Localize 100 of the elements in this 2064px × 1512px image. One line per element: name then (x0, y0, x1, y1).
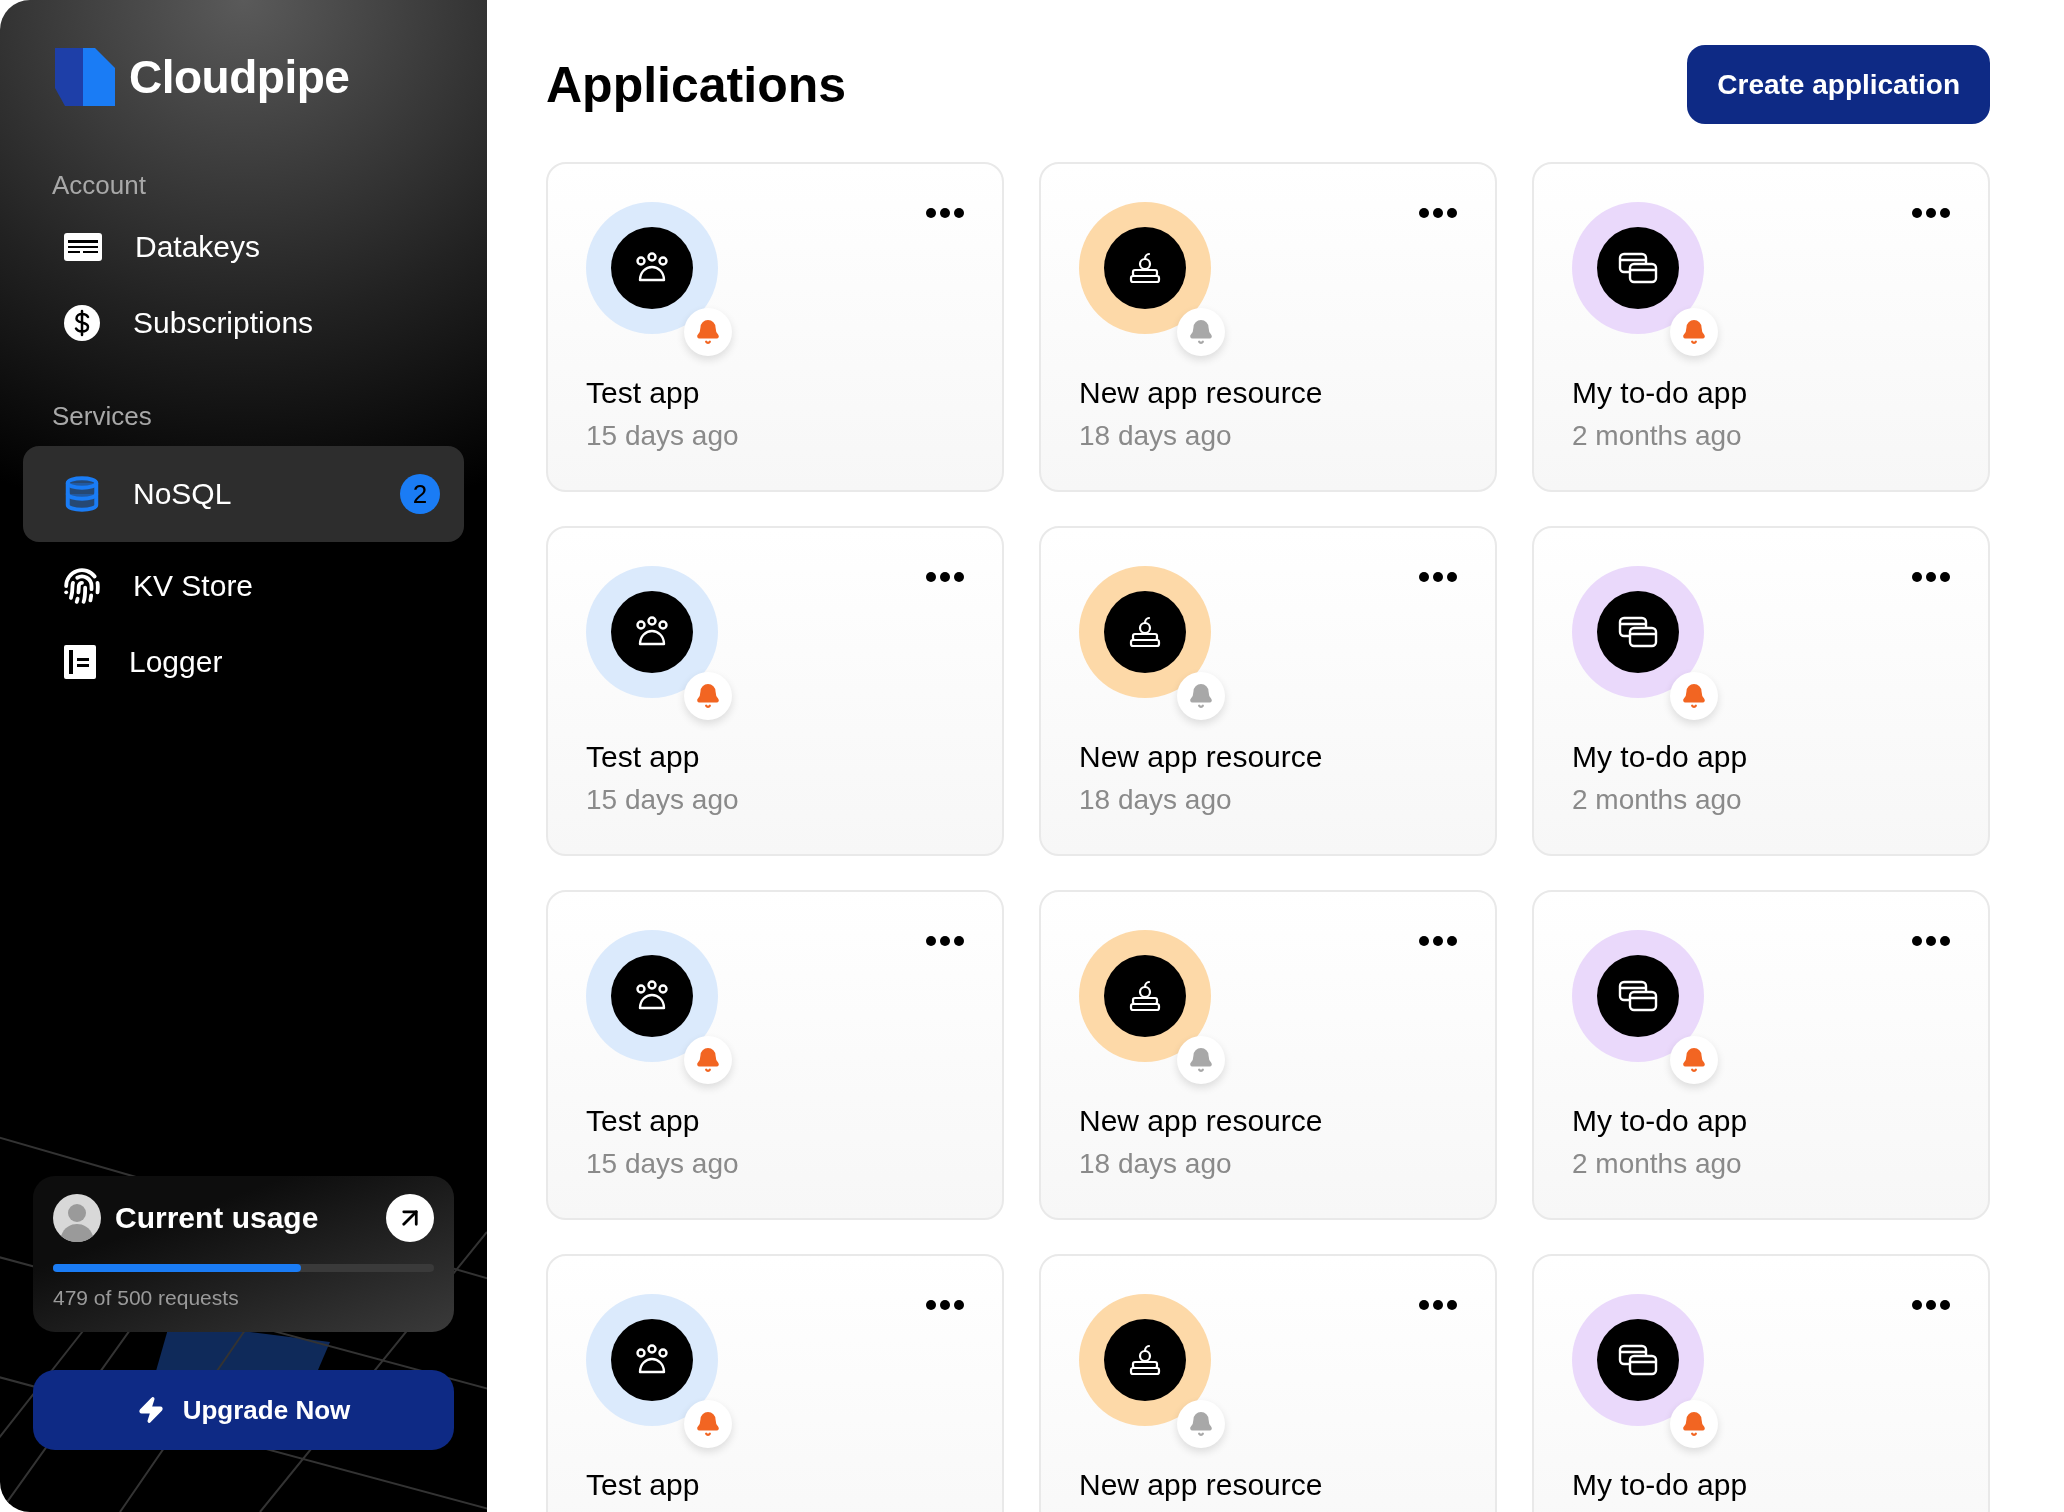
database-icon (63, 475, 101, 513)
more-icon (926, 572, 964, 582)
app-name: My to-do app (1572, 376, 1749, 410)
more-button[interactable] (1419, 208, 1457, 218)
upgrade-button[interactable]: Upgrade Now (33, 1370, 454, 1450)
bell-icon (1681, 683, 1707, 709)
page-title: Applications (546, 55, 847, 114)
app-card[interactable]: New app resource 18 days ago (1039, 890, 1497, 1220)
more-button[interactable] (1912, 208, 1950, 218)
app-card[interactable]: New app resource (1039, 1254, 1497, 1512)
nav-label: NoSQL (133, 477, 233, 511)
nav-item[interactable]: KV Store (23, 548, 464, 624)
app-name: Test app (586, 1468, 701, 1502)
create-button[interactable]: Create application (1687, 45, 1990, 124)
paw-icon (634, 616, 670, 648)
logo-icon (55, 48, 115, 106)
more-icon (1912, 936, 1950, 946)
section-heading: Account (51, 170, 147, 201)
more-button[interactable] (1912, 936, 1950, 946)
lightning-icon (136, 1396, 165, 1424)
app-age: 2 months ago (1572, 1148, 1743, 1180)
bell-icon (695, 1047, 721, 1073)
nav-item[interactable]: Datakeys (23, 209, 464, 285)
app-name: New app resource (1079, 740, 1324, 774)
more-icon (1912, 1300, 1950, 1310)
nav-item[interactable]: Logger (23, 624, 464, 700)
more-icon (1912, 208, 1950, 218)
notification-badge[interactable] (684, 308, 732, 356)
more-button[interactable] (1419, 936, 1457, 946)
notification-badge[interactable] (1670, 1036, 1718, 1084)
app-card[interactable]: Test app 15 days ago (546, 526, 1004, 856)
avatar-icon (53, 1194, 101, 1242)
more-icon (1419, 936, 1457, 946)
more-icon (1912, 572, 1950, 582)
bell-icon (1188, 319, 1214, 345)
open-usage-button[interactable] (386, 1194, 434, 1242)
bell-icon (1681, 319, 1707, 345)
app-age: 2 months ago (1572, 420, 1743, 452)
app-name: Test app (586, 1104, 701, 1138)
more-button[interactable] (926, 936, 964, 946)
more-button[interactable] (1912, 1300, 1950, 1310)
nav-label: KV Store (133, 569, 255, 603)
app-card[interactable]: Test app 15 days ago (546, 890, 1004, 1220)
notification-badge[interactable] (684, 1036, 732, 1084)
bell-icon (1681, 1047, 1707, 1073)
nav-item[interactable]: Subscriptions (23, 285, 464, 361)
app-name: New app resource (1079, 1104, 1324, 1138)
bell-icon (695, 1411, 721, 1437)
fingerprint-icon (63, 567, 101, 605)
card-icon (63, 232, 103, 262)
app-name: New app resource (1079, 376, 1324, 410)
more-icon (926, 208, 964, 218)
app-age: 2 months ago (1572, 784, 1743, 816)
app-age: 18 days ago (1079, 420, 1233, 452)
usage-title: Current usage (115, 1201, 320, 1235)
app-card[interactable]: My to-do app 2 months ago (1532, 162, 1990, 492)
more-button[interactable] (926, 1300, 964, 1310)
app-age: 15 days ago (586, 420, 740, 452)
notification-badge[interactable] (1670, 1400, 1718, 1448)
notification-badge[interactable] (1670, 672, 1718, 720)
more-icon (1419, 572, 1457, 582)
app-card[interactable]: Test app 15 days ago (546, 162, 1004, 492)
app-age: 15 days ago (586, 784, 740, 816)
nav-label: Logger (129, 645, 224, 679)
more-icon (926, 936, 964, 946)
app-name: My to-do app (1572, 740, 1749, 774)
bell-icon (695, 319, 721, 345)
nav-item[interactable]: NoSQL 2 (23, 446, 464, 542)
nav-label: Subscriptions (133, 306, 315, 340)
app-age: 18 days ago (1079, 784, 1233, 816)
bell-icon (1188, 683, 1214, 709)
app-card[interactable]: My to-do app 2 months ago (1532, 526, 1990, 856)
app-card[interactable]: Test app (546, 1254, 1004, 1512)
app-card[interactable]: New app resource 18 days ago (1039, 162, 1497, 492)
log-icon (63, 644, 97, 680)
notification-badge[interactable] (684, 672, 732, 720)
app-name: New app resource (1079, 1468, 1324, 1502)
more-button[interactable] (1419, 1300, 1457, 1310)
more-button[interactable] (1912, 572, 1950, 582)
app-card[interactable]: New app resource 18 days ago (1039, 526, 1497, 856)
paw-icon (634, 252, 670, 284)
more-button[interactable] (1419, 572, 1457, 582)
bell-icon (1681, 1411, 1707, 1437)
notification-badge[interactable] (1670, 308, 1718, 356)
app-card[interactable]: My to-do app (1532, 1254, 1990, 1512)
more-button[interactable] (926, 572, 964, 582)
count-badge: 2 (400, 474, 440, 514)
bell-icon (1188, 1047, 1214, 1073)
app-age: 18 days ago (1079, 1148, 1233, 1180)
app-name: Test app (586, 740, 701, 774)
bell-icon (1188, 1411, 1214, 1437)
app-name: My to-do app (1572, 1104, 1749, 1138)
more-button[interactable] (926, 208, 964, 218)
app-age: 15 days ago (586, 1148, 740, 1180)
dollar-icon (63, 304, 101, 342)
usage-caption: 479 of 500 requests (53, 1286, 239, 1309)
app-card[interactable]: My to-do app 2 months ago (1532, 890, 1990, 1220)
app-name: My to-do app (1572, 1468, 1749, 1502)
notification-badge[interactable] (684, 1400, 732, 1448)
paw-icon (634, 980, 670, 1012)
